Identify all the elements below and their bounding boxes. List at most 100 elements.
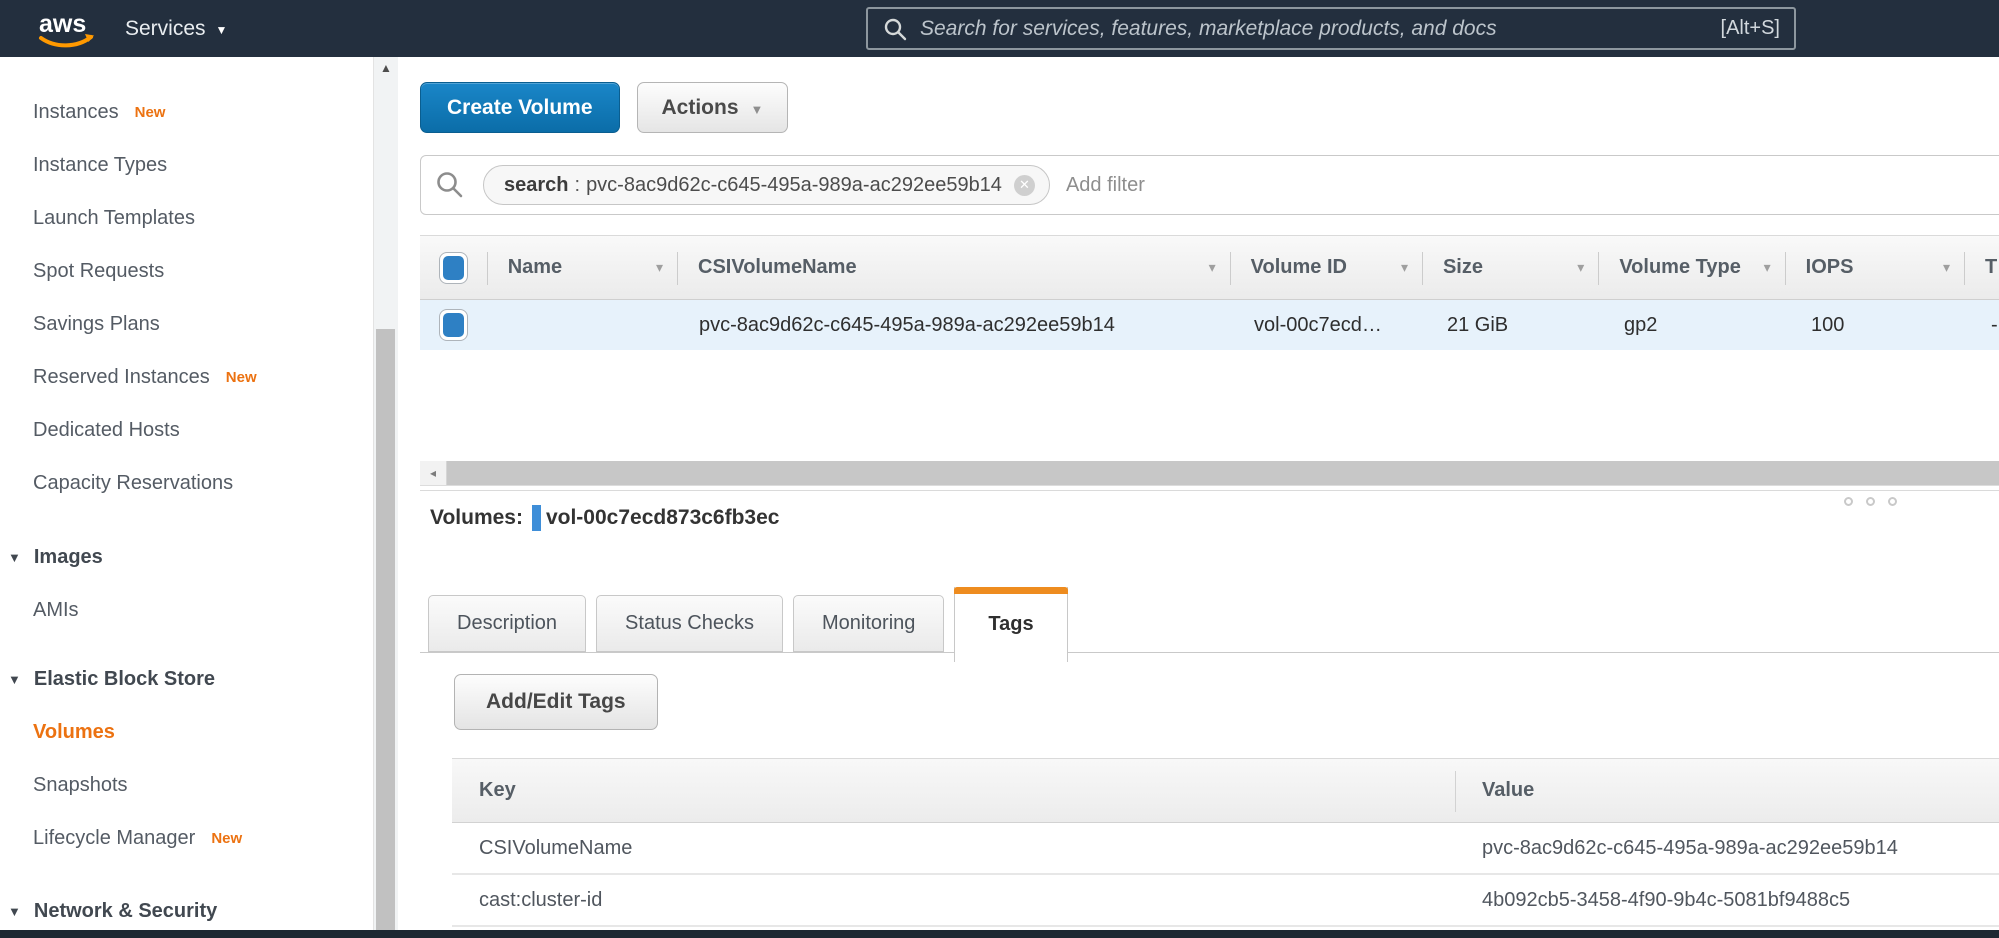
- column-header-iops[interactable]: IOPS ▾: [1785, 236, 1964, 299]
- new-badge: New: [211, 830, 242, 847]
- sort-caret-icon: ▾: [1943, 259, 1950, 276]
- scrollbar-left-icon[interactable]: ◂: [420, 461, 447, 485]
- active-filter-tag[interactable]: search : pvc-8ac9d62c-c645-495a-989a-ac2…: [483, 165, 1050, 205]
- sidebar-scrollbar[interactable]: ▲: [373, 57, 398, 930]
- cell-volume-id: vol-00c7ecd…: [1233, 314, 1426, 337]
- add-filter-button[interactable]: Add filter: [1066, 174, 1145, 197]
- sidebar-scrollbar-thumb[interactable]: [376, 329, 395, 930]
- sidebar-item-volumes[interactable]: Volumes: [0, 706, 373, 759]
- sidebar-item-lifecycle-manager[interactable]: Lifecycle Manager New: [0, 812, 373, 865]
- tab-status-checks[interactable]: Status Checks: [596, 595, 783, 652]
- column-label: Volume Type: [1619, 256, 1741, 279]
- remove-filter-icon[interactable]: ✕: [1014, 175, 1035, 196]
- sort-caret-icon: ▾: [1577, 259, 1584, 276]
- tags-column-header-key: Key: [452, 759, 1455, 822]
- column-label: Name: [508, 256, 562, 279]
- sidebar-item-snapshots[interactable]: Snapshots: [0, 759, 373, 812]
- sidebar-item-reserved-instances[interactable]: Reserved Instances New: [0, 351, 373, 404]
- panel-resize-handle[interactable]: [1844, 497, 1897, 506]
- global-search-input[interactable]: Search for services, features, marketpla…: [866, 7, 1796, 50]
- column-header-volume-type[interactable]: Volume Type ▾: [1598, 236, 1784, 299]
- tab-label: Monitoring: [822, 612, 915, 635]
- chevron-down-icon: ▼: [751, 99, 764, 117]
- column-label: Volume ID: [1251, 256, 1347, 279]
- filter-bar[interactable]: search : pvc-8ac9d62c-c645-495a-989a-ac2…: [420, 155, 1999, 215]
- sidebar-item-instance-types[interactable]: Instance Types: [0, 139, 373, 192]
- sidebar-item-label: Capacity Reservations: [33, 472, 233, 495]
- aws-logo[interactable]: aws: [36, 8, 98, 55]
- volumes-table: Name ▾ CSIVolumeName ▾ Volume ID ▾ Size …: [420, 235, 1999, 350]
- filter-value: pvc-8ac9d62c-c645-495a-989a-ac292ee59b14: [586, 174, 1002, 197]
- detail-tabs: Description Status Checks Monitoring Tag…: [420, 577, 1999, 653]
- sidebar-item-savings-plans[interactable]: Savings Plans: [0, 298, 373, 351]
- main-content: Create Volume Actions ▼ search : pvc-8ac…: [420, 57, 1999, 930]
- tab-tags[interactable]: Tags: [954, 587, 1067, 662]
- filter-key: search: [504, 174, 569, 197]
- tag-key: CSIVolumeName: [452, 837, 1455, 860]
- column-header-csivolumename[interactable]: CSIVolumeName ▾: [677, 236, 1230, 299]
- sidebar-section-elastic-block-store[interactable]: ▼ Elastic Block Store: [0, 653, 373, 706]
- cell-csivolumename: pvc-8ac9d62c-c645-495a-989a-ac292ee59b14: [678, 314, 1233, 337]
- sidebar-item-spot-requests[interactable]: Spot Requests: [0, 245, 373, 298]
- sidebar-item-capacity-reservations[interactable]: Capacity Reservations: [0, 457, 373, 510]
- sidebar-item-label: Savings Plans: [33, 313, 160, 336]
- sidebar-item-dedicated-hosts[interactable]: Dedicated Hosts: [0, 404, 373, 457]
- panel-title-volume-id: vol-00c7ecd873c6fb3ec: [546, 506, 780, 530]
- column-header-volume-id[interactable]: Volume ID ▾: [1230, 236, 1422, 299]
- column-label: Size: [1443, 256, 1483, 279]
- row-checkbox[interactable]: [439, 309, 468, 341]
- sidebar-section-label: Elastic Block Store: [34, 668, 215, 691]
- tab-description[interactable]: Description: [428, 595, 586, 652]
- selection-cursor-bar: [532, 505, 541, 531]
- services-menu[interactable]: Services ▼: [125, 0, 227, 57]
- volumes-table-header: Name ▾ CSIVolumeName ▾ Volume ID ▾ Size …: [420, 235, 1999, 300]
- actions-button[interactable]: Actions ▼: [637, 82, 789, 133]
- column-header-throughput[interactable]: T: [1964, 236, 1999, 299]
- select-all-checkbox[interactable]: [439, 252, 468, 284]
- sidebar-item-label: Snapshots: [33, 774, 128, 797]
- create-volume-button[interactable]: Create Volume: [420, 82, 620, 133]
- create-volume-label: Create Volume: [447, 96, 593, 120]
- ec2-sidebar-nav: Instances New Instance Types Launch Temp…: [0, 57, 373, 930]
- sidebar-item-label: Lifecycle Manager: [33, 827, 195, 850]
- actions-label: Actions: [662, 96, 739, 120]
- sort-caret-icon: ▾: [1209, 259, 1216, 276]
- column-header-size[interactable]: Size ▾: [1422, 236, 1598, 299]
- horizontal-scrollbar[interactable]: ◂: [420, 461, 1999, 486]
- column-label: T: [1985, 256, 1997, 279]
- sort-caret-icon: ▾: [656, 259, 663, 276]
- row-checkbox-cell: [420, 309, 487, 341]
- cell-size: 21 GiB: [1426, 314, 1603, 337]
- sidebar-item-amis[interactable]: AMIs: [0, 584, 373, 637]
- tab-label: Tags: [988, 613, 1033, 636]
- sidebar-section-label: Images: [34, 546, 103, 569]
- column-header-name[interactable]: Name ▾: [487, 236, 677, 299]
- add-edit-tags-label: Add/Edit Tags: [486, 690, 626, 714]
- new-badge: New: [135, 104, 166, 121]
- sidebar-section-images[interactable]: ▼ Images: [0, 531, 373, 584]
- svg-text:aws: aws: [39, 10, 86, 38]
- sidebar-item-instances[interactable]: Instances New: [0, 86, 373, 139]
- tab-monitoring[interactable]: Monitoring: [793, 595, 944, 652]
- filter-separator: :: [575, 174, 581, 197]
- cell-volume-type: gp2: [1603, 314, 1790, 337]
- volumes-toolbar: Create Volume Actions ▼: [420, 82, 788, 133]
- tab-label: Description: [457, 612, 557, 635]
- column-label: Value: [1482, 779, 1534, 802]
- sidebar-section-label: Network & Security: [34, 900, 217, 923]
- horizontal-scrollbar-thumb[interactable]: [447, 461, 1999, 485]
- triangle-down-icon: ▼: [8, 672, 21, 687]
- services-label: Services: [125, 17, 206, 41]
- tag-value: 4b092cb5-3458-4f90-9b4c-5081bf9488c5: [1455, 889, 1999, 912]
- sidebar-section-network-security[interactable]: ▼ Network & Security: [0, 885, 373, 930]
- scrollbar-up-icon[interactable]: ▲: [374, 61, 398, 75]
- panel-title-prefix: Volumes:: [430, 506, 523, 530]
- add-edit-tags-button[interactable]: Add/Edit Tags: [454, 674, 658, 730]
- tag-value: pvc-8ac9d62c-c645-495a-989a-ac292ee59b14: [1455, 837, 1999, 860]
- new-badge: New: [226, 369, 257, 386]
- sidebar-item-launch-templates[interactable]: Launch Templates: [0, 192, 373, 245]
- table-row[interactable]: pvc-8ac9d62c-c645-495a-989a-ac292ee59b14…: [420, 300, 1999, 350]
- window-bottom-edge: [0, 930, 1999, 938]
- sidebar-item-label: Dedicated Hosts: [33, 419, 180, 442]
- panel-title: Volumes: vol-00c7ecd873c6fb3ec: [430, 505, 779, 531]
